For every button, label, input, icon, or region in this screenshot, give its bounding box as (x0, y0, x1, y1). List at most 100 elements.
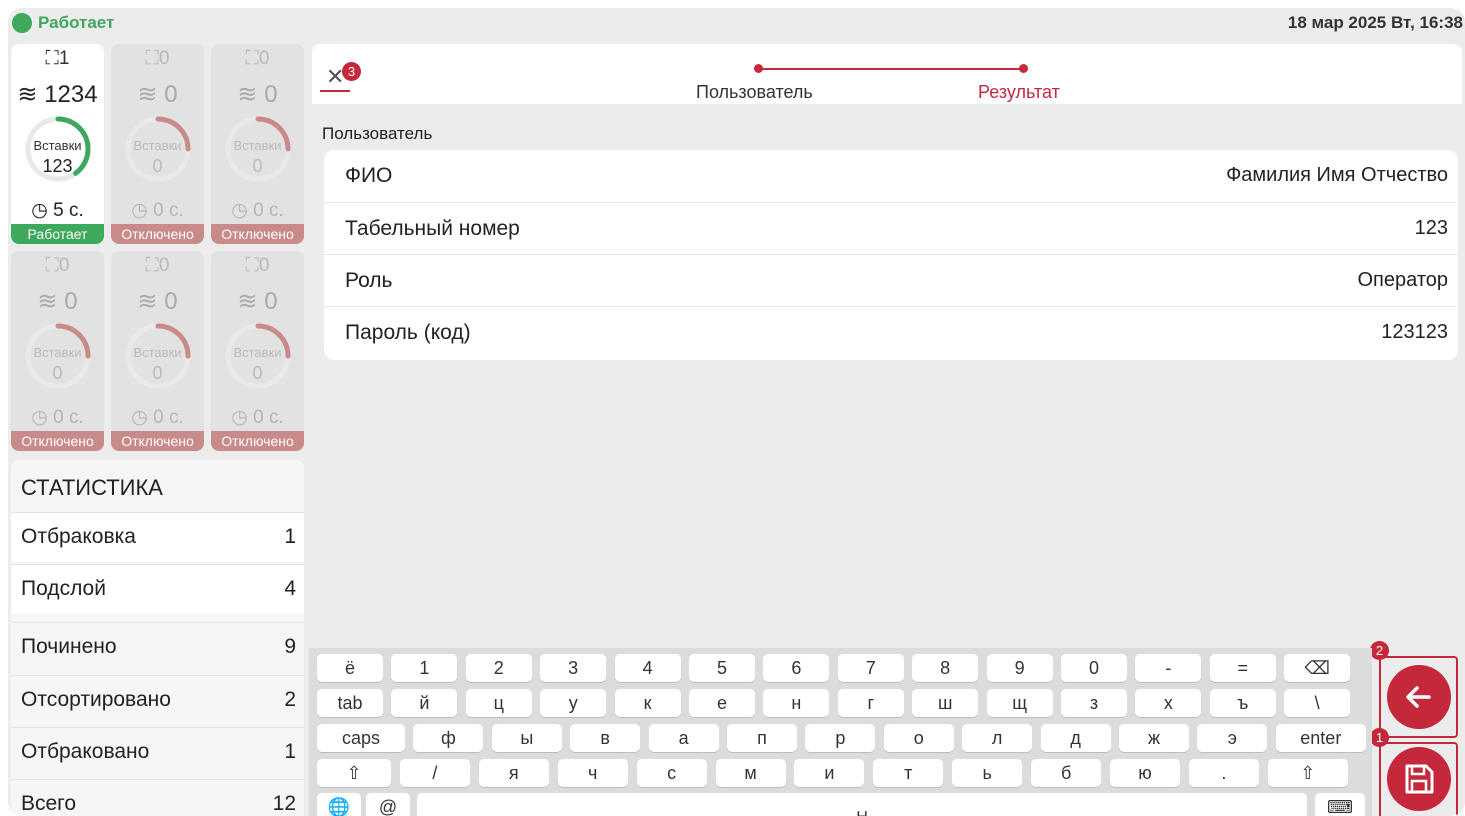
form-row-password[interactable]: Пароль (код) 123123 (324, 306, 1458, 358)
keyboard-key[interactable]: 9 (986, 654, 1053, 682)
machine-card[interactable]: ⛶0 ≋ 0 Вставки 0 ◷ 0 с. Отключено (111, 251, 204, 451)
machine-time: ◷ 0 с. (111, 199, 204, 222)
machine-card[interactable]: ⛶1 ≋ 1234 Вставки 123 ◷ 5 с. Работает (11, 44, 104, 244)
field-value: Фамилия Имя Отчество (1226, 164, 1448, 186)
step-result[interactable]: Результат (978, 82, 1060, 103)
onscreen-keyboard: ё 1 2 3 4 5 6 7 8 9 0- = ⌫ tab й ц у к е н г ш щ з х ъ \ caps ф ы в а п р… (309, 648, 1372, 816)
ring-value: 123 (42, 156, 73, 176)
keyboard-key[interactable]: enter (1275, 724, 1366, 752)
keyboard-key[interactable]: о (883, 724, 954, 752)
keyboard-key[interactable]: р (805, 724, 876, 752)
keyboard-key[interactable]: п (727, 724, 797, 752)
keyboard-key[interactable]: ц (465, 689, 532, 717)
keyboard-key[interactable]: 5 (689, 654, 755, 682)
keyboard-key[interactable]: е (689, 689, 755, 717)
keyboard-key[interactable]: / (399, 759, 470, 787)
keyboard-key[interactable]: у (540, 689, 607, 717)
keyboard-key[interactable]: ь (952, 759, 1023, 787)
keyboard-key[interactable]: щ (986, 689, 1053, 717)
machine-state: Отключено (111, 224, 204, 244)
keyboard-key[interactable]: ⌫ (1284, 654, 1351, 682)
stat-label: Отбраковка (21, 525, 136, 548)
keyboard-key[interactable]: н (763, 689, 830, 717)
keyboard-key[interactable]: л (962, 724, 1033, 752)
keyboard-key[interactable]: \ (1284, 689, 1351, 717)
ring-label: Вставки (133, 138, 182, 153)
stat-label: Всего (21, 792, 77, 815)
keyboard-key[interactable]: й (391, 689, 458, 717)
user-form: ФИО Фамилия Имя Отчество Табельный номер… (324, 150, 1458, 360)
machine-card[interactable]: ⛶0 ≋ 0 Вставки 0 ◷ 0 с. Отключено (211, 251, 304, 451)
keyboard-key[interactable]: ъ (1209, 689, 1276, 717)
step-user[interactable]: Пользователь (696, 82, 813, 103)
keyboard-key[interactable]: г (837, 689, 904, 717)
machine-card[interactable]: ⛶0 ≋ 0 Вставки 0 ◷ 0 с. Отключено (111, 44, 204, 244)
ring-value: 0 (52, 363, 63, 383)
keyboard-key[interactable]: в (570, 724, 641, 752)
keyboard-key[interactable]: 3 (540, 654, 607, 682)
ring-label: Вставки (133, 345, 182, 360)
machine-card[interactable]: ⛶0 ≋ 0 Вставки 0 ◷ 0 с. Отключено (11, 251, 104, 451)
keyboard-key[interactable]: ф (413, 724, 484, 752)
keyboard-key[interactable]: х (1135, 689, 1202, 717)
keyboard-key[interactable]: 0 (1061, 654, 1127, 682)
keyboard-key[interactable]: - (1135, 654, 1202, 682)
scan-icon: ⛶ (145, 48, 159, 69)
layers-icon: ≋ (37, 288, 58, 315)
keyboard-key[interactable]: . (1188, 759, 1259, 787)
space-key[interactable]: ␣ (417, 793, 1307, 816)
keyboard-key[interactable]: ю (1110, 759, 1180, 787)
keyboard-key[interactable]: = (1209, 654, 1276, 682)
form-row-fio[interactable]: ФИО Фамилия Имя Отчество (324, 150, 1458, 202)
keyboard-key[interactable]: д (1040, 724, 1111, 752)
keyboard-key[interactable]: к (614, 689, 681, 717)
machine-count: ≋ 0 (211, 80, 304, 109)
keyboard-key[interactable]: а (648, 724, 719, 752)
machine-time-value: 0 с. (253, 200, 284, 221)
layers-icon: ≋ (137, 81, 158, 108)
keyboard-key[interactable]: ы (491, 724, 562, 752)
keyboard-key[interactable]: caps (317, 724, 405, 752)
close-badge: 3 (342, 62, 361, 81)
keyboard-key[interactable]: б (1031, 759, 1102, 787)
clock-icon: ◷ (131, 407, 148, 428)
keyboard-key[interactable]: э (1197, 724, 1268, 752)
keyboard-key[interactable]: ш (912, 689, 979, 717)
form-row-tab-number[interactable]: Табельный номер 123 (324, 202, 1458, 254)
scan-icon: ⛶ (45, 255, 59, 276)
keyboard-key[interactable]: 🌐 (317, 793, 361, 816)
keyboard-key[interactable]: м (715, 759, 786, 787)
keyboard-key[interactable]: т (873, 759, 944, 787)
save-button[interactable] (1387, 747, 1451, 811)
keyboard-key[interactable]: 2 (465, 654, 532, 682)
clock-icon: ◷ (31, 200, 48, 221)
keyboard-key[interactable]: ⌨ (1315, 793, 1365, 816)
keyboard-key[interactable]: 7 (837, 654, 904, 682)
form-row-role[interactable]: Роль Оператор (324, 254, 1458, 306)
keyboard-key[interactable]: ч (557, 759, 628, 787)
keyboard-key[interactable]: и (794, 759, 865, 787)
keyboard-key[interactable]: 8 (912, 654, 979, 682)
keyboard-key[interactable]: 6 (763, 654, 830, 682)
machine-count: ≋ 0 (111, 80, 204, 109)
keyboard-key[interactable]: tab (317, 689, 383, 717)
section-title: Пользователь (322, 124, 433, 143)
keyboard-key[interactable]: ⇧ (317, 759, 391, 787)
keyboard-key[interactable]: ⇧ (1267, 759, 1348, 787)
step-dot-user (754, 64, 763, 73)
machine-card[interactable]: ⛶0 ≋ 0 Вставки 0 ◷ 0 с. Отключено (211, 44, 304, 244)
keyboard-key[interactable]: с (636, 759, 707, 787)
machine-time-value: 0 с. (253, 407, 284, 428)
keyboard-key[interactable]: ё (317, 654, 383, 682)
keyboard-key[interactable]: ж (1119, 724, 1189, 752)
back-button[interactable] (1387, 665, 1451, 729)
keyboard-key[interactable]: з (1061, 689, 1127, 717)
field-label: ФИО (345, 164, 393, 187)
keyboard-key[interactable]: 4 (614, 654, 681, 682)
ring-value: 0 (152, 363, 163, 383)
keyboard-key[interactable]: я (478, 759, 549, 787)
keyboard-key[interactable]: 1 (391, 654, 458, 682)
layers-icon: ≋ (237, 288, 258, 315)
machine-state: Отключено (111, 431, 204, 451)
keyboard-key[interactable]: @ (366, 793, 410, 816)
